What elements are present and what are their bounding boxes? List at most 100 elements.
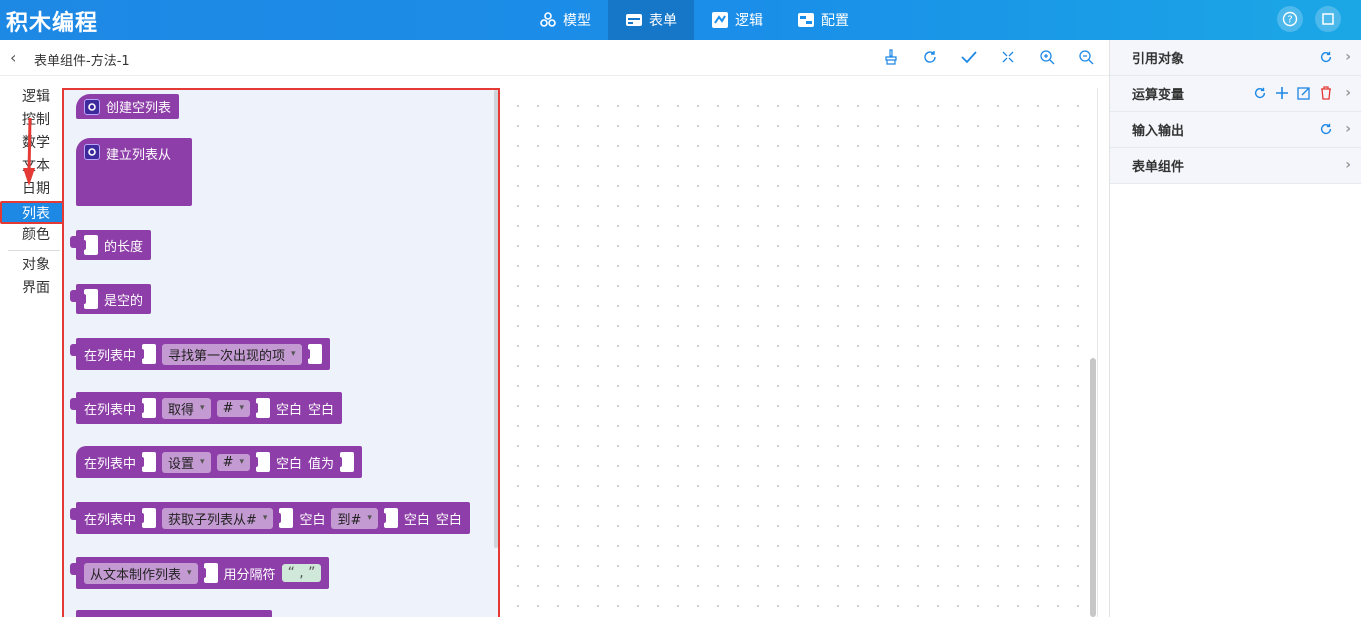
refresh-icon[interactable] [1319,50,1333,68]
input-slot [275,508,294,528]
input-slot [138,344,157,364]
block-create-list-from[interactable]: 建立列表从 [76,138,192,206]
block-label: 空白 [299,512,326,528]
confirm-icon[interactable] [960,48,978,66]
tab-form-label: 表单 [649,13,677,29]
flyout-scrollbar[interactable] [494,90,498,548]
block-label: 值为 [308,456,335,472]
tab-config[interactable]: 配置 [780,0,866,40]
dropdown-set[interactable]: 设置 [162,451,211,473]
panel-row-variables[interactable]: 运算变量 › [1110,76,1361,112]
collapse-icon[interactable] [999,48,1017,66]
edit-icon[interactable] [1297,86,1311,104]
right-panel: 引用对象 › 运算变量 › 输入输出 › 表单组件 › [1109,40,1361,617]
dropdown-sublist-to[interactable]: 到# [331,507,378,529]
block-label: 空白 [276,402,303,418]
input-slot [138,452,157,472]
input-slot [138,398,157,418]
block-label: 用分隔符 [223,567,276,583]
block-label: 空白 [403,512,430,528]
block-length-of[interactable]: 的长度 [70,230,152,260]
category-ui[interactable]: 界面 [0,277,66,300]
annotation-arrow-icon [23,118,35,186]
dropdown-sublist-from[interactable]: 获取子列表从# [162,507,274,529]
block-list-get[interactable]: 在列表中 取得 # 空白 空白 [70,392,343,424]
sub-header: ‹ 表单组件-方法-1 [0,40,1109,76]
chevron-right-icon[interactable]: › [1345,49,1351,65]
block-label: 的长度 [104,239,144,255]
help-icon: ? [1282,11,1298,27]
gear-icon [84,98,100,115]
block-get-sublist[interactable]: 在列表中 获取子列表从# 空白 到# 空白 空白 [70,502,470,534]
fullscreen-button[interactable] [1315,6,1341,32]
panel-row-ref-objects[interactable]: 引用对象 › [1110,40,1361,76]
dropdown-get[interactable]: 取得 [162,397,211,419]
help-button[interactable]: ? [1277,6,1303,32]
input-slot [336,452,355,472]
refresh-icon[interactable] [1319,122,1333,140]
refresh-icon[interactable] [1253,86,1267,104]
panel-row-label: 运算变量 [1132,88,1185,103]
refresh-icon[interactable] [921,48,939,66]
category-list-active[interactable]: 列表 [0,201,66,224]
add-icon[interactable] [1275,86,1289,104]
block-label: 在列表中 [84,348,137,364]
tab-logic[interactable]: 逻辑 [694,0,780,40]
chevron-right-icon[interactable]: › [1345,157,1351,173]
block-label: 是空的 [104,293,144,309]
separator-value[interactable]: “ , ” [281,564,322,582]
zoom-in-icon[interactable] [1038,48,1056,66]
block-label: 建立列表从 [106,148,172,163]
block-label: 空白 [435,512,462,528]
toolbar [882,48,1095,66]
logic-icon [712,12,728,28]
block-label: 空白 [276,456,303,472]
block-label: 在列表中 [84,402,137,418]
block-label: 空白 [308,402,335,418]
panel-row-label: 输入输出 [1132,124,1185,139]
back-icon[interactable]: ‹ [10,48,16,67]
category-object[interactable]: 对象 [0,254,66,277]
zoom-out-icon[interactable] [1077,48,1095,66]
svg-text:?: ? [1287,15,1292,26]
block-find-first[interactable]: 在列表中 寻找第一次出现的项 [70,338,330,370]
panel-row-label: 引用对象 [1132,52,1185,67]
input-slot [80,235,98,255]
block-list-from-text[interactable]: 从文本制作列表 用分隔符 “ , ” [70,557,330,589]
input-slot [199,563,218,583]
block-partial[interactable] [76,610,272,617]
app-title: 积木编程 [6,11,99,36]
block-is-empty[interactable]: 是空的 [70,284,152,314]
clean-icon[interactable] [882,48,900,66]
gear-icon [84,144,100,160]
input-slot [252,452,270,472]
tab-model[interactable]: 模型 [522,0,608,40]
tab-form[interactable]: 表单 [608,0,694,40]
chevron-right-icon[interactable]: › [1345,85,1351,101]
tab-logic-label: 逻辑 [735,13,763,29]
block-list-set[interactable]: 在列表中 设置 # 空白 值为 [76,446,363,478]
block-label: 创建空列表 [106,101,172,116]
fullscreen-icon [1322,13,1334,25]
input-slot [379,508,398,528]
breadcrumb: 表单组件-方法-1 [34,54,130,69]
block-label: 在列表中 [84,512,137,528]
dropdown-index[interactable]: # [216,399,250,417]
form-icon [626,14,642,26]
tab-model-label: 模型 [563,13,591,29]
dropdown-find[interactable]: 寻找第一次出现的项 [162,343,302,365]
workspace-scrollbar[interactable] [1090,358,1096,617]
panel-row-io[interactable]: 输入输出 › [1110,112,1361,148]
category-color[interactable]: 颜色 [0,224,66,247]
panel-row-label: 表单组件 [1132,160,1185,175]
category-logic[interactable]: 逻辑 [0,86,66,109]
panel-row-form-components[interactable]: 表单组件 › [1110,148,1361,184]
dropdown-index[interactable]: # [216,453,250,471]
tab-config-label: 配置 [821,13,849,29]
block-create-empty-list[interactable]: 创建空列表 [76,94,180,119]
dropdown-from-text[interactable]: 从文本制作列表 [84,562,198,584]
top-bar: 积木编程 模型 表单 逻辑 配置 ? [0,0,1361,40]
workspace-canvas[interactable] [500,88,1098,617]
delete-icon[interactable] [1319,86,1333,104]
chevron-right-icon[interactable]: › [1345,121,1351,137]
